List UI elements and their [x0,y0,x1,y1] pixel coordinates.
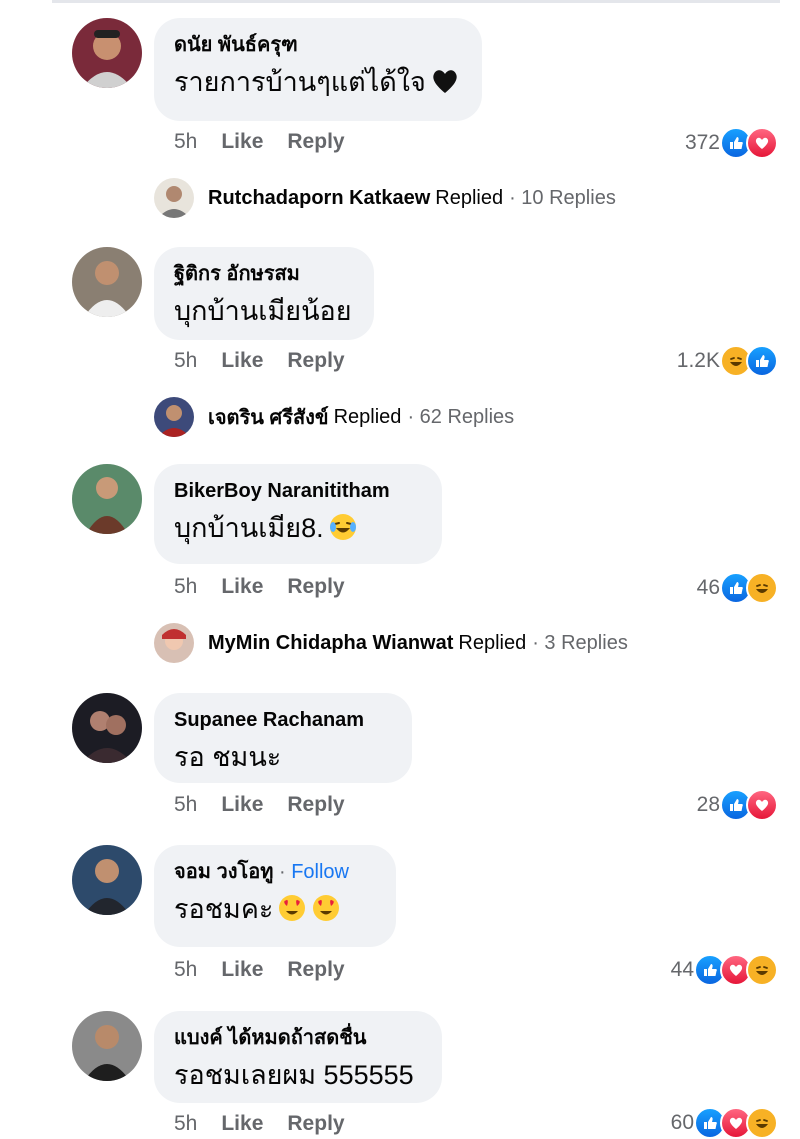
reaction-count: 60 [670,1111,694,1134]
comment-bubble: ดนัย พันธ์ครุฑ รายการบ้านๆแต่ได้ใจ [154,18,482,121]
like-button[interactable]: Like [221,958,263,982]
view-replies-link[interactable]: MyMin Chidapha Wianwat Replied · 3 Repli… [154,621,628,665]
like-button[interactable]: Like [221,349,263,373]
replied-label: Replied [333,405,402,428]
reaction-count: 46 [696,576,720,599]
comment-time[interactable]: 5h [174,1112,197,1136]
reaction-count: 28 [696,793,720,816]
comment-text: บุกบ้านเมียน้อย [174,296,352,326]
comment-actions: 5h Like Reply [174,793,369,817]
black-heart-emoji [433,70,457,93]
avatar[interactable] [72,1011,142,1081]
comment-time[interactable]: 5h [174,130,197,154]
reply-button[interactable]: Reply [287,575,344,599]
avatar[interactable] [72,693,142,763]
comment-author[interactable]: ดนัย พันธ์ครุฑ [174,32,462,58]
divider [52,0,780,3]
replied-label: Replied [458,631,527,654]
comment-time[interactable]: 5h [174,958,197,982]
reply-button[interactable]: Reply [287,793,344,817]
avatar[interactable] [72,845,142,915]
reply-author: MyMin Chidapha Wianwat [208,631,454,654]
reaction-summary[interactable]: 1.2K [676,345,778,377]
comment-text: บุกบ้านเมีย8. [174,513,324,543]
reply-count: · 3 Replies [532,631,628,654]
comment-actions: 5h Like Reply [174,130,369,154]
comment-text: รอ ชมนะ [174,742,282,772]
avatar[interactable] [72,247,142,317]
like-button[interactable]: Like [221,575,263,599]
reaction-summary[interactable]: 372 [684,127,778,159]
haha-reaction-icon [746,572,778,604]
view-replies-link[interactable]: Rutchadaporn Katkaew Replied · 10 Replie… [154,176,616,220]
reply-author: เจตริน ศรีสังข์ [208,407,329,429]
reaction-count: 44 [670,958,694,981]
reaction-count: 1.2K [676,349,720,372]
like-button[interactable]: Like [221,793,263,817]
haha-reaction-icon [746,1107,778,1139]
reaction-summary[interactable]: 46 [696,572,778,604]
comment-time[interactable]: 5h [174,793,197,817]
replied-label: Replied [435,186,504,209]
reply-count: · 62 Replies [407,405,515,428]
comment-bubble: BikerBoy Naranititham บุกบ้านเมีย8. [154,464,442,564]
love-reaction-icon [746,789,778,821]
comment-actions: 5h Like Reply [174,958,369,982]
reply-button[interactable]: Reply [287,130,344,154]
reply-count: · 10 Replies [509,186,616,209]
comment-author[interactable]: แบงค์ ได้หมดถ้าสดชื่น [174,1025,422,1051]
view-replies-link[interactable]: เจตริน ศรีสังข์ Replied · 62 Replies [154,395,514,439]
reply-button[interactable]: Reply [287,349,344,373]
comment-author[interactable]: Supanee Rachanam [174,707,392,733]
like-reaction-icon [746,345,778,377]
follow-button[interactable]: Follow [291,861,349,883]
comment-bubble: ฐิติกร อักษรสม บุกบ้านเมียน้อย [154,247,374,340]
comment-bubble: จอม วงโอทู · Follow รอชมคะ [154,845,396,947]
like-button[interactable]: Like [221,1112,263,1136]
reply-avatar [154,397,194,437]
comment-text: รอชมคะ [174,894,274,924]
reaction-summary[interactable]: 44 [670,954,778,986]
comment-text: รอชมเลยผม 555555 [174,1060,414,1090]
like-button[interactable]: Like [221,130,263,154]
haha-reaction-icon [746,954,778,986]
reaction-count: 372 [684,131,720,154]
comment-text: รายการบ้านๆแต่ได้ใจ [174,67,426,97]
comment-author[interactable]: BikerBoy Naranititham [174,478,422,504]
comment-actions: 5h Like Reply [174,575,369,599]
comment-author[interactable]: จอม วงโอทู [174,861,273,883]
heart-eyes-emoji [313,895,340,921]
reply-avatar [154,178,194,218]
heart-eyes-emoji [279,895,306,921]
comment-actions: 5h Like Reply [174,349,369,373]
comment-time[interactable]: 5h [174,575,197,599]
avatar[interactable] [72,464,142,534]
comment-actions: 5h Like Reply [174,1112,369,1136]
love-reaction-icon [746,127,778,159]
reply-button[interactable]: Reply [287,1112,344,1136]
avatar[interactable] [72,18,142,88]
reply-author: Rutchadaporn Katkaew [208,186,431,209]
comment-time[interactable]: 5h [174,349,197,373]
reaction-summary[interactable]: 28 [696,789,778,821]
comment-author[interactable]: ฐิติกร อักษรสม [174,261,354,287]
comment-bubble: Supanee Rachanam รอ ชมนะ [154,693,412,783]
joy-emoji [329,514,356,540]
reply-button[interactable]: Reply [287,958,344,982]
comment-bubble: แบงค์ ได้หมดถ้าสดชื่น รอชมเลยผม 555555 [154,1011,442,1103]
reply-avatar [154,623,194,663]
